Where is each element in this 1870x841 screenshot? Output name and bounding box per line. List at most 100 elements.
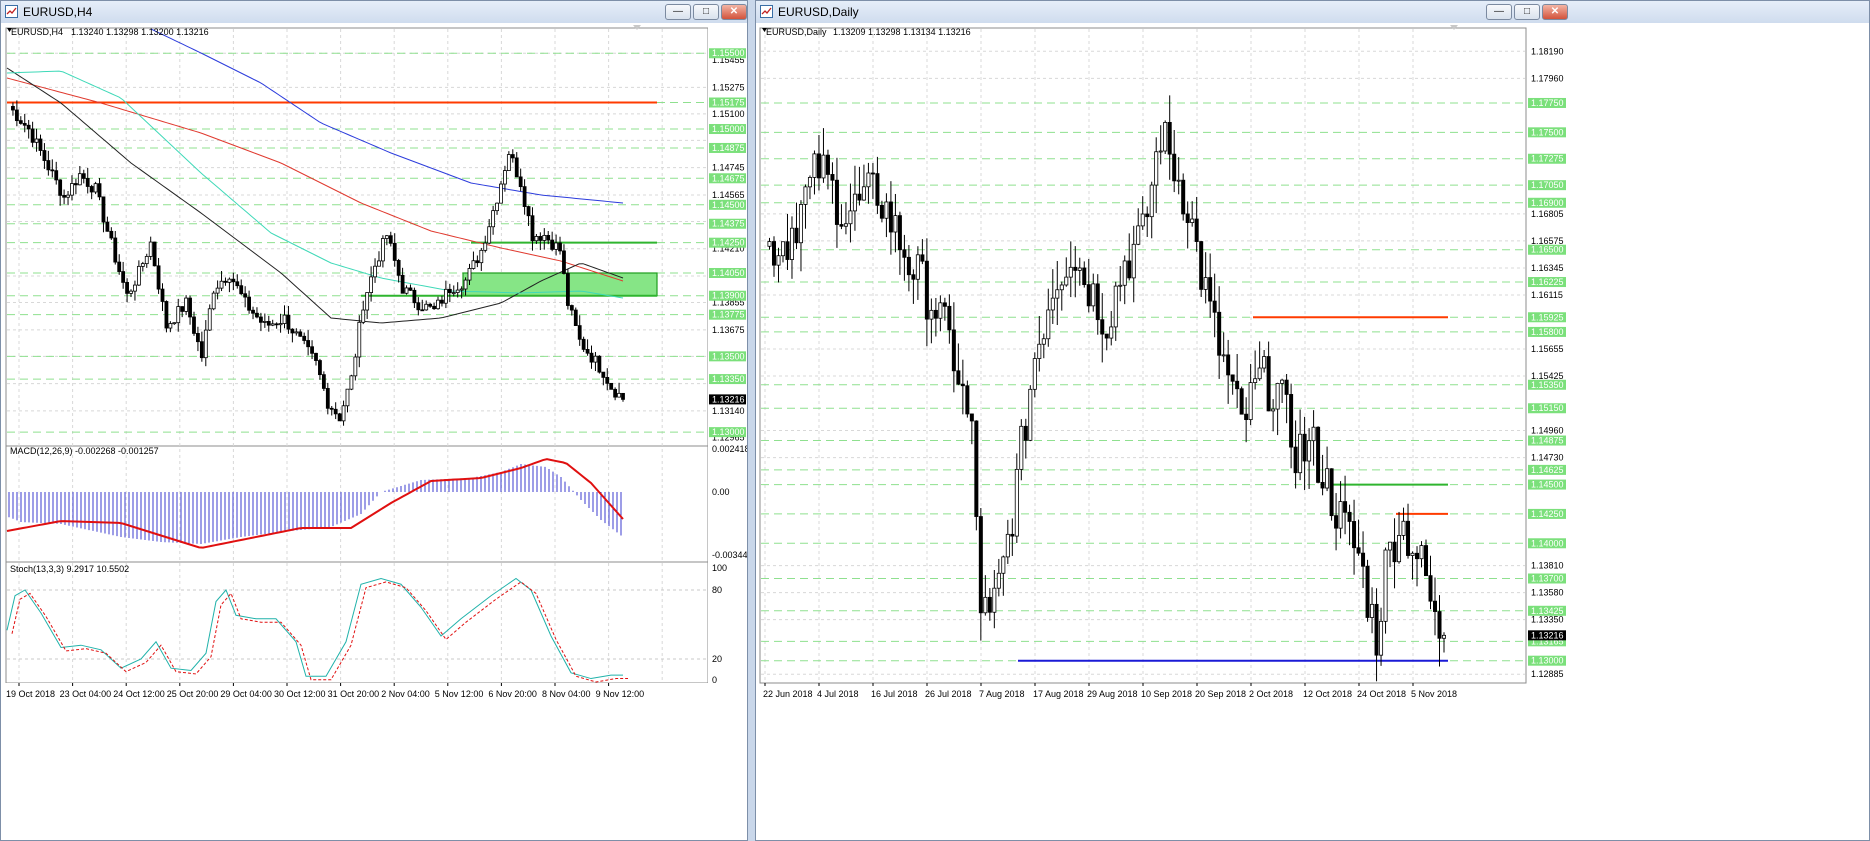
candle-body[interactable]: [101, 196, 106, 223]
candle-body[interactable]: [451, 292, 456, 294]
candle-body[interactable]: [30, 128, 35, 143]
candle-body[interactable]: [1122, 260, 1127, 286]
candle-body[interactable]: [180, 306, 185, 312]
candle-body[interactable]: [613, 388, 618, 398]
candle-body[interactable]: [785, 241, 790, 260]
candle-body[interactable]: [341, 405, 346, 422]
candle-body[interactable]: [920, 254, 925, 262]
candle-body[interactable]: [1320, 481, 1325, 489]
candle-body[interactable]: [965, 385, 970, 415]
candle-body[interactable]: [1266, 356, 1271, 412]
candle-body[interactable]: [911, 274, 916, 280]
candle-body[interactable]: [14, 109, 19, 122]
candle-body[interactable]: [266, 321, 271, 326]
candle-body[interactable]: [530, 215, 535, 242]
candle-body[interactable]: [870, 172, 875, 175]
candle-body[interactable]: [463, 279, 468, 290]
candle-body[interactable]: [1284, 379, 1289, 395]
candle-body[interactable]: [902, 249, 907, 258]
minimize-button[interactable]: —: [1486, 4, 1512, 20]
candle-body[interactable]: [121, 271, 126, 283]
candle-body[interactable]: [956, 370, 961, 385]
candle-body[interactable]: [1347, 511, 1352, 522]
candle-body[interactable]: [550, 239, 555, 250]
candle-body[interactable]: [459, 288, 464, 291]
candle-body[interactable]: [1118, 284, 1123, 287]
candle-body[interactable]: [499, 183, 503, 204]
candle-body[interactable]: [46, 160, 51, 171]
candle-body[interactable]: [1275, 383, 1280, 410]
candle-body[interactable]: [1370, 603, 1375, 618]
candle-body[interactable]: [310, 346, 314, 354]
candle-body[interactable]: [392, 242, 397, 261]
candle-body[interactable]: [1307, 440, 1312, 462]
candle-body[interactable]: [26, 124, 31, 130]
candle-body[interactable]: [361, 309, 366, 323]
candle-body[interactable]: [1073, 266, 1078, 271]
candle-body[interactable]: [447, 288, 452, 294]
candle-body[interactable]: [771, 241, 776, 266]
candle-body[interactable]: [219, 280, 224, 289]
candle-body[interactable]: [416, 302, 421, 311]
candle-body[interactable]: [581, 338, 586, 350]
candle-body[interactable]: [1037, 343, 1042, 359]
candle-body[interactable]: [1289, 394, 1294, 448]
candle-body[interactable]: [888, 201, 893, 233]
candle-body[interactable]: [879, 204, 884, 219]
candle-body[interactable]: [593, 355, 598, 363]
candle-body[interactable]: [780, 241, 785, 257]
candle-body[interactable]: [1068, 266, 1073, 278]
candle-body[interactable]: [518, 176, 523, 188]
candle-body[interactable]: [1374, 603, 1379, 656]
candle-body[interactable]: [172, 322, 177, 325]
candle-body[interactable]: [1325, 468, 1330, 489]
candle-body[interactable]: [408, 287, 413, 291]
candle-body[interactable]: [1271, 408, 1276, 412]
candle-body[interactable]: [164, 301, 169, 329]
candle-body[interactable]: [168, 323, 173, 329]
candle-body[interactable]: [184, 297, 189, 312]
candle-body[interactable]: [235, 281, 240, 287]
candle-body[interactable]: [1235, 380, 1240, 390]
candle-body[interactable]: [239, 285, 244, 295]
candle-body[interactable]: [22, 123, 27, 126]
candle-body[interactable]: [1316, 426, 1321, 483]
candle-body[interactable]: [302, 335, 307, 341]
candle-body[interactable]: [140, 263, 145, 267]
candle-body[interactable]: [1104, 333, 1109, 339]
candle-body[interactable]: [70, 183, 74, 196]
candle-body[interactable]: [294, 331, 299, 334]
chart-area-h4[interactable]: 1.154551.152751.151001.147451.145651.142…: [1, 23, 747, 840]
candle-body[interactable]: [404, 287, 409, 294]
candle-body[interactable]: [798, 204, 803, 244]
candle-body[interactable]: [160, 288, 165, 302]
candle-body[interactable]: [1136, 225, 1141, 245]
candle-body[interactable]: [852, 193, 857, 212]
candle-body[interactable]: [821, 154, 826, 179]
candle-body[interactable]: [495, 202, 499, 212]
candle-body[interactable]: [1032, 358, 1037, 390]
candle-body[interactable]: [857, 193, 862, 201]
candle-body[interactable]: [262, 321, 267, 323]
candle-body[interactable]: [436, 299, 440, 310]
candle-body[interactable]: [1226, 354, 1231, 376]
candle-body[interactable]: [1001, 556, 1006, 574]
candle-body[interactable]: [1077, 267, 1082, 271]
candle-body[interactable]: [483, 242, 488, 251]
window-title-bar[interactable]: EURUSD,Daily — □ ✕: [756, 1, 1869, 24]
candle-body[interactable]: [776, 255, 781, 266]
candle-body[interactable]: [834, 179, 839, 225]
candle-body[interactable]: [1203, 277, 1208, 290]
candle-body[interactable]: [839, 224, 844, 227]
candle-body[interactable]: [188, 297, 192, 318]
candle-body[interactable]: [526, 206, 531, 217]
candle-body[interactable]: [1127, 260, 1132, 279]
candle-body[interactable]: [1095, 283, 1100, 321]
candle-body[interactable]: [207, 308, 212, 331]
candle-body[interactable]: [282, 314, 287, 324]
candle-body[interactable]: [148, 241, 153, 257]
candle-body[interactable]: [1199, 241, 1204, 290]
candle-body[interactable]: [1397, 535, 1402, 563]
candle-body[interactable]: [974, 420, 979, 517]
candle-body[interactable]: [321, 374, 326, 389]
